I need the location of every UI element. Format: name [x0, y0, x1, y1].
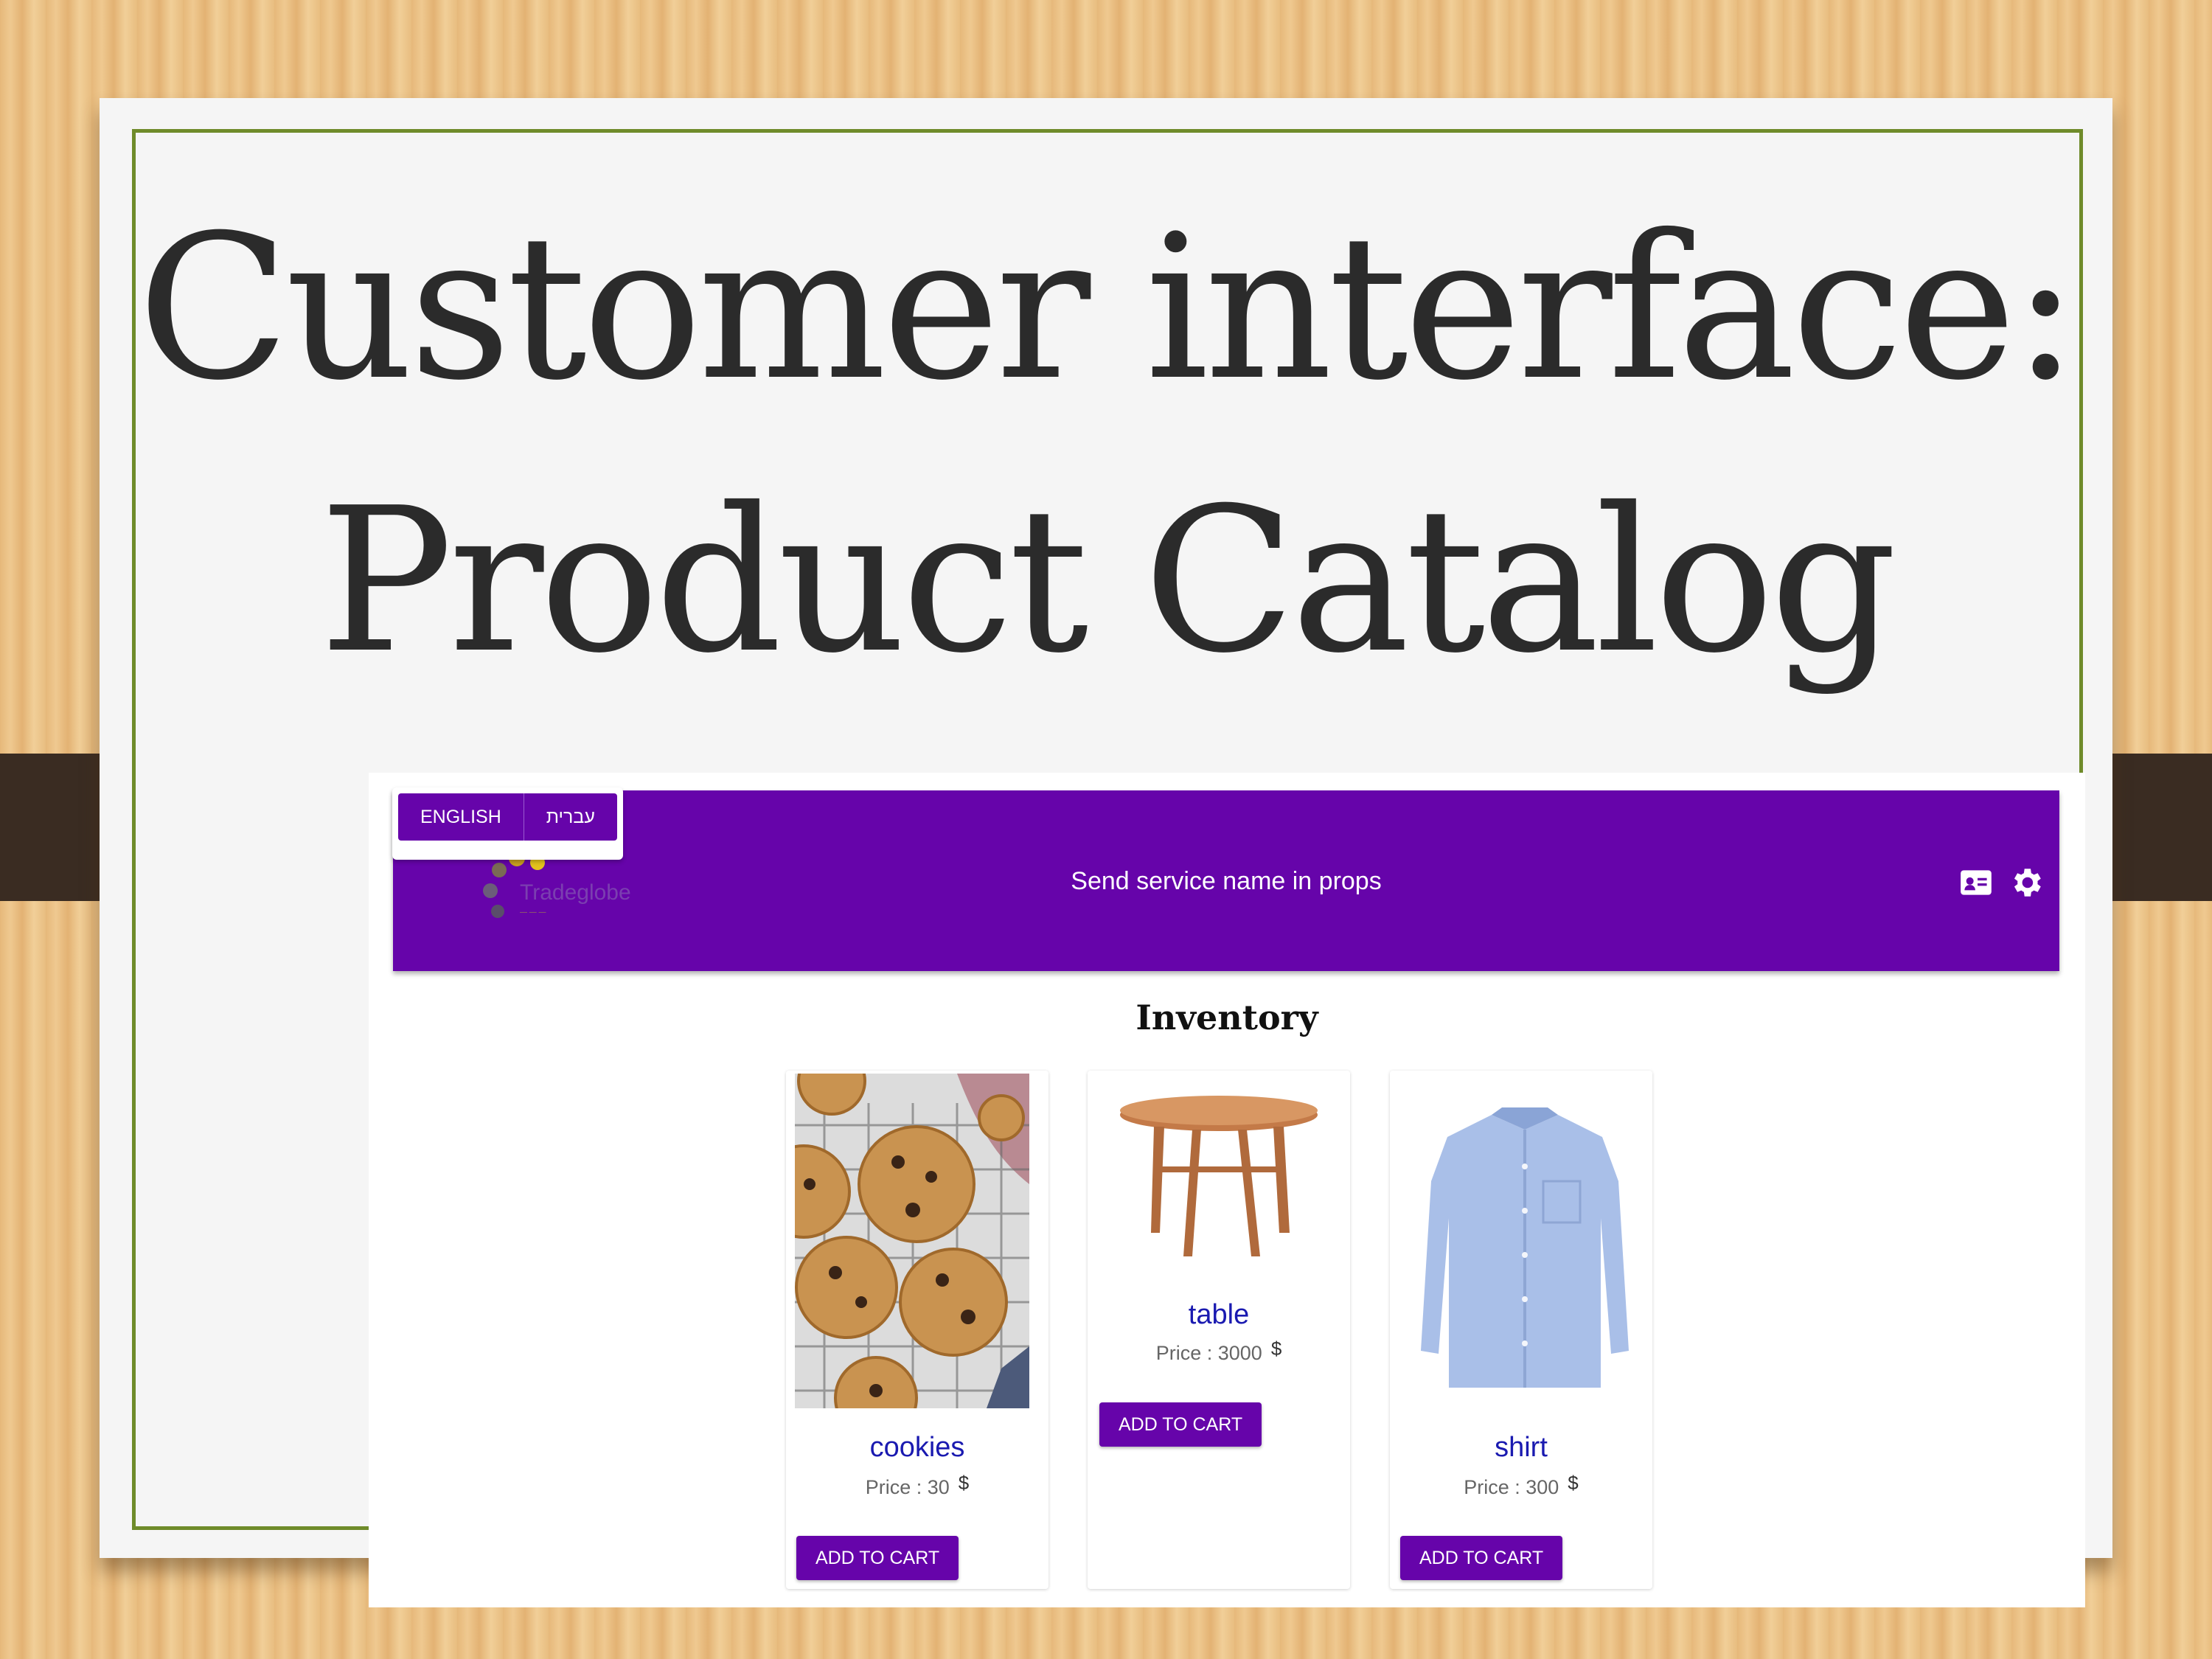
language-english-button[interactable]: ENGLISH [398, 793, 524, 841]
svg-text:— — —: — — — [520, 908, 546, 917]
gear-icon[interactable] [2008, 864, 2045, 901]
add-to-cart-button[interactable]: ADD TO CART [1400, 1536, 1563, 1580]
product-name[interactable]: cookies [786, 1432, 1048, 1464]
product-price: Price : 3000 $ [1088, 1338, 1350, 1365]
slide-title-line1: Customer interface: [137, 192, 2079, 424]
language-hebrew-button[interactable]: עברית [524, 793, 617, 841]
currency-symbol: $ [1270, 1338, 1282, 1360]
currency-symbol: $ [958, 1472, 970, 1494]
shirt-image [1421, 1107, 1629, 1388]
language-switcher: ENGLISH עברית [392, 787, 623, 860]
product-card-shirt: shirt Price : 300 $ ADD TO CART [1390, 1071, 1652, 1589]
price-label: Price : 3000 [1155, 1342, 1262, 1364]
product-card-table: table Price : 3000 $ ADD TO CART [1088, 1071, 1350, 1589]
product-price: Price : 300 $ [1390, 1472, 1652, 1499]
slide-title-line2: Product Catalog [319, 465, 1897, 697]
contact-card-icon[interactable] [1958, 864, 1994, 901]
app-bar: Tradeglobe — — — Send service name in pr… [393, 790, 2059, 971]
app-screenshot: ENGLISH עברית Tradeglobe — — — Send serv… [369, 773, 2085, 1607]
price-label: Price : 300 [1464, 1476, 1559, 1498]
product-price: Price : 30 $ [786, 1472, 1048, 1499]
slide: Customer interface: Product Catalog ENGL… [100, 98, 2112, 1607]
product-card-cookies: cookies Price : 30 $ ADD TO CART [786, 1071, 1048, 1589]
cookies-image [795, 1074, 1029, 1408]
price-label: Price : 30 [865, 1476, 950, 1498]
add-to-cart-button[interactable]: ADD TO CART [796, 1536, 959, 1580]
currency-symbol: $ [1568, 1472, 1579, 1494]
add-to-cart-button[interactable]: ADD TO CART [1099, 1402, 1262, 1447]
product-name[interactable]: shirt [1390, 1432, 1652, 1464]
inventory-heading: Inventory [1135, 998, 1318, 1037]
table-image [1120, 1096, 1318, 1256]
slide-title: Customer interface: Product Catalog [100, 172, 2112, 717]
product-name[interactable]: table [1088, 1299, 1350, 1331]
app-bar-title: Send service name in props [1071, 867, 1382, 895]
